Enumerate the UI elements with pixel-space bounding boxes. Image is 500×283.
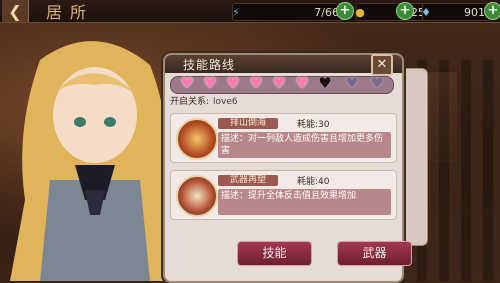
close-button[interactable]: ✕ [371,54,393,76]
heart-icon: ♥ [249,74,263,92]
add-gem-button[interactable]: + [484,2,500,20]
weapon-rebirth-icon [176,175,218,217]
skill-card[interactable]: 排山倒海 耗能:30 描述：对一列敌人造成伤害且增加更多伤害 [170,113,397,163]
skill-description: 描述：提升全体反击值且效果增加 [218,189,391,215]
energy-counter: ⚡ 7/66 [232,3,344,21]
flame-slash-icon [176,118,218,160]
skill-description: 描述：对一列敌人造成伤害且增加更多伤害 [218,132,391,158]
page-title: 居所 [46,3,95,22]
relation-value: love6 [213,97,238,107]
skill-cost-value: :40 [315,177,330,187]
weapon-tab-button[interactable]: 武器 [337,241,412,266]
top-bar: ❮ 居所 ⚡ 7/66 + ● 253191 + ♦ 901 + [0,0,500,23]
skill-cost-label: 耗能 [297,177,316,187]
heart-icon: ♥ [226,74,240,92]
heart-icon: ♥ [272,74,286,92]
gem-counter: ♦ 901 [421,3,490,21]
locked-heart-icon: ♥ [345,74,359,92]
side-tab-strip [400,68,428,246]
skill-cost-value: :30 [315,120,330,130]
heart-icon: ♥ [295,74,309,92]
character-portrait [10,41,185,281]
panel-header: 技能路线 [165,55,402,73]
skill-name: 排山倒海 [218,118,278,129]
back-arrow-icon: ❮ [8,1,22,21]
panel-title: 技能路线 [183,58,236,72]
relation-label: 开启关系: [170,97,210,107]
locked-heart-icon: ♥ [370,74,384,92]
lightning-icon: ⚡ [232,5,240,19]
gold-coin-icon: ● [355,5,365,19]
skill-cost: 耗能:30 [297,117,330,130]
close-icon: ✕ [376,57,388,72]
relation-requirement: 开启关系: love6 [170,94,238,107]
skill-tab-button[interactable]: 技能 [237,241,312,266]
heart-icon: ♥ [180,74,194,92]
skill-name: 武器再塑 [218,175,278,186]
back-button[interactable]: ❮ [2,0,29,22]
skill-cost: 耗能:40 [297,174,330,187]
gem-icon: ♦ [421,5,431,19]
current-heart-icon: ♥ [318,74,332,92]
heart-icon: ♥ [203,74,217,92]
add-gold-button[interactable]: + [396,2,414,20]
skill-card[interactable]: 武器再塑 耗能:40 描述：提升全体反击值且效果增加 [170,170,397,220]
skill-cost-label: 耗能 [297,120,316,130]
